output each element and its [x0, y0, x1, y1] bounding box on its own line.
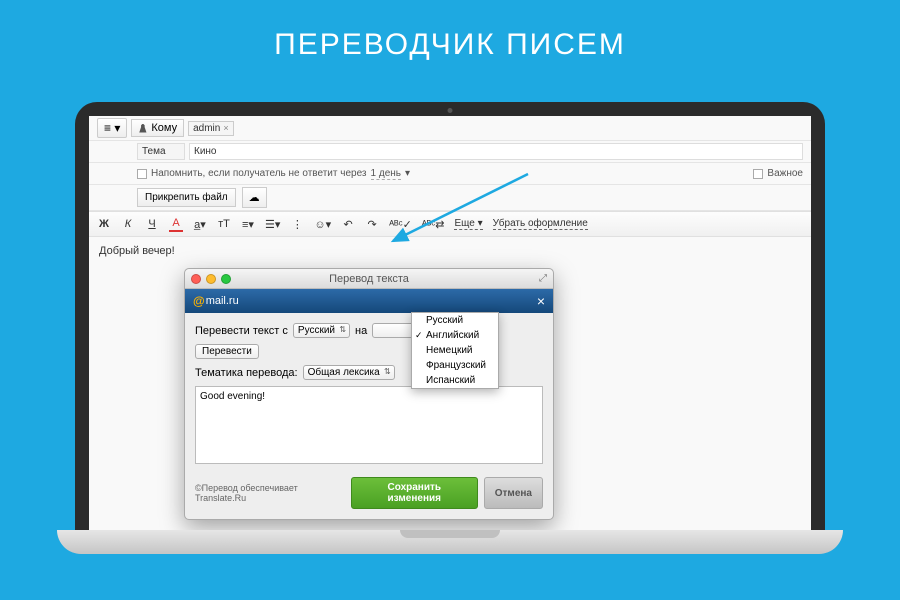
to-button[interactable]: Кому: [131, 119, 184, 137]
dialog-footer: ©Перевод обеспечивает Translate.Ru Сохра…: [195, 477, 543, 509]
brand-name: mail.ru: [206, 295, 239, 307]
font-icon[interactable]: a̲▾: [193, 216, 207, 232]
expand-icon[interactable]: ⤢: [539, 273, 547, 284]
reminder-checkbox[interactable]: [137, 169, 147, 179]
translate-dialog: Перевод текста ⤢ @mail.ru × Перевести те…: [184, 268, 554, 520]
italic-button[interactable]: К: [121, 216, 135, 232]
underline-button[interactable]: Ч: [145, 216, 159, 232]
dialog-close-icon[interactable]: ×: [537, 293, 545, 309]
laptop-mockup: ≡ ▾ Кому admin × Тема Кино: [75, 102, 825, 562]
mailru-header: @mail.ru ×: [185, 289, 553, 313]
translation-result[interactable]: [195, 386, 543, 464]
topic-select[interactable]: Общая лексика: [303, 365, 395, 380]
recipient-chip[interactable]: admin ×: [188, 121, 234, 136]
chip-remove-icon[interactable]: ×: [223, 123, 228, 133]
mailru-logo: @mail.ru: [193, 294, 239, 308]
hero-title: ПЕРЕВОДЧИК ПИСЕМ: [0, 0, 900, 62]
at-icon: @: [193, 294, 205, 308]
to-label: на: [355, 325, 367, 337]
translate-from-label: Перевести текст с: [195, 325, 288, 337]
font-size-button[interactable]: тТ: [217, 216, 231, 232]
recipient-name: admin: [193, 123, 220, 134]
menu-button[interactable]: ≡ ▾: [97, 118, 127, 138]
laptop-bezel: ≡ ▾ Кому admin × Тема Кино: [75, 102, 825, 530]
bold-button[interactable]: Ж: [97, 216, 111, 232]
lang-option[interactable]: Английский: [412, 328, 498, 343]
options-row: Напомнить, если получатель не ответит че…: [89, 163, 811, 185]
subject-input[interactable]: Кино: [189, 143, 803, 160]
subject-label: Тема: [137, 143, 185, 160]
reminder-option: Напомнить, если получатель не ответит че…: [137, 168, 410, 180]
important-label: Важное: [767, 168, 803, 179]
laptop-notch: [400, 530, 500, 538]
lang-option[interactable]: Французский: [412, 358, 498, 373]
redo-button[interactable]: ↷: [365, 216, 379, 232]
undo-button[interactable]: ↶: [341, 216, 355, 232]
from-lang-select[interactable]: Русский: [293, 323, 350, 338]
important-option: Важное: [753, 168, 803, 179]
cancel-button[interactable]: Отмена: [484, 477, 543, 509]
dialog-titlebar[interactable]: Перевод текста ⤢: [185, 269, 553, 289]
lang-option[interactable]: Испанский: [412, 373, 498, 388]
emoji-button[interactable]: ☺▾: [314, 216, 331, 232]
important-checkbox[interactable]: [753, 169, 763, 179]
translate-button[interactable]: Перевести: [195, 344, 259, 359]
topic-label: Тематика перевода:: [195, 367, 298, 379]
list-button[interactable]: ☰▾: [265, 216, 280, 232]
camera-dot: [448, 108, 453, 113]
chevron-down-icon: ▾: [405, 168, 410, 179]
reminder-label: Напомнить, если получатель не ответит че…: [151, 168, 367, 179]
more-link[interactable]: Еще ▾: [454, 218, 482, 230]
recipients-row: ≡ ▾ Кому admin ×: [89, 116, 811, 141]
save-button[interactable]: Сохранить изменения: [351, 477, 478, 509]
attach-file-button[interactable]: Прикрепить файл: [137, 188, 236, 207]
cloud-button[interactable]: ☁: [242, 187, 267, 208]
translate-button[interactable]: ᴬᴮᶜ⇄: [422, 216, 445, 232]
subject-row: Тема Кино: [89, 141, 811, 163]
reminder-days-link[interactable]: 1 день: [371, 168, 401, 180]
lang-option[interactable]: Русский: [412, 313, 498, 328]
person-icon: [138, 124, 147, 133]
clear-formatting-link[interactable]: Убрать оформление: [493, 218, 588, 230]
screen: ≡ ▾ Кому admin × Тема Кино: [89, 116, 811, 530]
to-lang-dropdown: РусскийАнглийскийНемецкийФранцузскийИспа…: [411, 312, 499, 389]
more-options-button[interactable]: ⋮: [290, 216, 304, 232]
text-color-button[interactable]: А: [169, 216, 183, 232]
lang-option[interactable]: Немецкий: [412, 343, 498, 358]
attach-row: Прикрепить файл ☁: [89, 185, 811, 211]
align-button[interactable]: ≡▾: [241, 216, 255, 232]
email-body[interactable]: Добрый вечер!: [89, 237, 811, 265]
copyright-text: ©Перевод обеспечивает Translate.Ru: [195, 483, 351, 503]
formatting-toolbar: Ж К Ч А a̲▾ тТ ≡▾ ☰▾ ⋮ ☺▾ ↶ ↷ ᴬᴮᶜ✓ ᴬᴮᶜ⇄ …: [89, 211, 811, 237]
to-label: Кому: [151, 122, 177, 134]
compose-form: ≡ ▾ Кому admin × Тема Кино: [89, 116, 811, 265]
dialog-title: Перевод текста: [185, 273, 553, 285]
spellcheck-button[interactable]: ᴬᴮᶜ✓: [389, 216, 412, 232]
laptop-base: [57, 530, 843, 554]
